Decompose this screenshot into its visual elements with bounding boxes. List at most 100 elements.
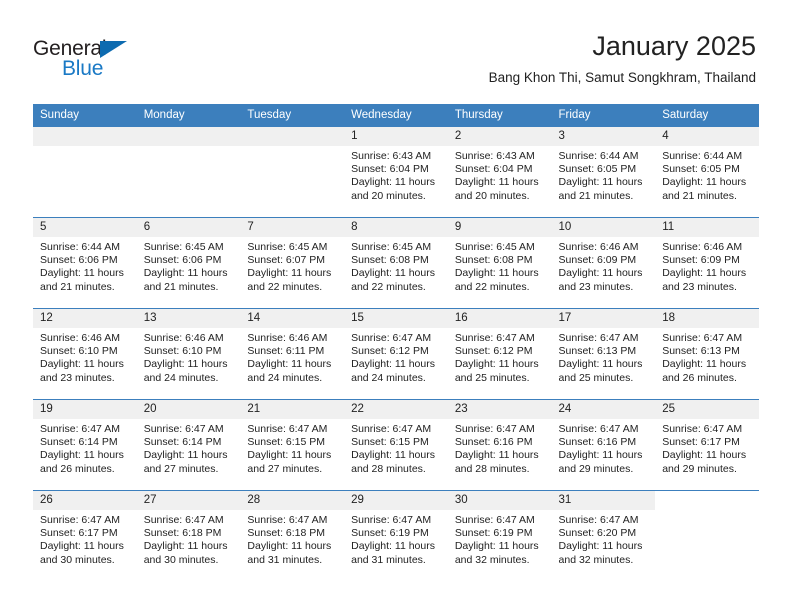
- daylight-text-line2: and 26 minutes.: [662, 371, 737, 384]
- day-cell-details: [655, 510, 759, 514]
- sunset-text: Sunset: 6:13 PM: [558, 345, 637, 358]
- calendar-week-row: 12 Sunrise: 6:46 AM Sunset: 6:10 PM Dayligh…: [33, 308, 759, 400]
- general-blue-logo[interactable]: General Blue: [33, 38, 193, 84]
- sunset-text: Sunset: 6:16 PM: [454, 436, 533, 449]
- daylight-text-line1: Daylight: 11 hours: [662, 176, 747, 189]
- page-title: January 2025: [592, 31, 756, 61]
- day-number: 29: [344, 491, 448, 510]
- day-cell-details: Sunrise: 6:46 AM Sunset: 6:09 PM Daylight:…: [552, 237, 656, 294]
- daylight-text-line2: and 29 minutes.: [662, 462, 737, 475]
- day-cell-details: Sunrise: 6:44 AM Sunset: 6:06 PM Daylight:…: [33, 237, 137, 294]
- weekday-header-friday: Friday: [551, 104, 656, 127]
- weekday-header-monday: Monday: [136, 104, 241, 127]
- calendar-day-cell[interactable]: 9 Sunrise: 6:45 AM Sunset: 6:08 PM Daylight…: [447, 217, 552, 309]
- daylight-text-line1: Daylight: 11 hours: [558, 449, 643, 462]
- calendar-day-cell[interactable]: 21 Sunrise: 6:47 AM Sunset: 6:15 PM Dayligh…: [240, 399, 345, 491]
- sunset-text: Sunset: 6:06 PM: [40, 254, 118, 267]
- day-cell-inner: 18 Sunrise: 6:47 AM Sunset: 6:13 PM Dayligh…: [655, 309, 759, 399]
- calendar-day-cell[interactable]: 25 Sunrise: 6:47 AM Sunset: 6:17 PM Dayligh…: [655, 399, 759, 491]
- calendar-day-cell[interactable]: 27 Sunrise: 6:47 AM Sunset: 6:18 PM Dayligh…: [136, 490, 241, 581]
- daylight-text-line2: and 27 minutes.: [247, 462, 323, 475]
- calendar-day-cell[interactable]: 26 Sunrise: 6:47 AM Sunset: 6:17 PM Dayligh…: [33, 490, 137, 581]
- day-cell-details: Sunrise: 6:47 AM Sunset: 6:14 PM Daylight:…: [137, 419, 241, 476]
- calendar-day-cell[interactable]: 22 Sunrise: 6:47 AM Sunset: 6:15 PM Dayligh…: [344, 399, 448, 491]
- sunset-text: Sunset: 6:15 PM: [247, 436, 326, 449]
- day-cell-inner: 22 Sunrise: 6:47 AM Sunset: 6:15 PM Dayligh…: [344, 400, 448, 490]
- daylight-text-line2: and 24 minutes.: [351, 371, 426, 384]
- calendar-day-cell[interactable]: 19 Sunrise: 6:47 AM Sunset: 6:14 PM Dayligh…: [33, 399, 137, 491]
- daylight-text-line2: and 30 minutes.: [143, 553, 219, 566]
- sunset-text: Sunset: 6:16 PM: [558, 436, 637, 449]
- daylight-text-line2: and 32 minutes.: [558, 553, 634, 566]
- daylight-text-line2: and 22 minutes.: [351, 280, 426, 293]
- day-number: 3: [551, 127, 656, 146]
- day-number: 25: [655, 400, 759, 419]
- daylight-text-line1: Daylight: 11 hours: [454, 267, 539, 280]
- calendar-day-cell[interactable]: 15 Sunrise: 6:47 AM Sunset: 6:12 PM Dayligh…: [344, 308, 448, 400]
- daylight-text-line2: and 24 minutes.: [143, 371, 219, 384]
- daylight-text-line1: Daylight: 11 hours: [40, 358, 124, 371]
- day-number: 10: [551, 218, 656, 237]
- calendar-day-cell[interactable]: 18 Sunrise: 6:47 AM Sunset: 6:13 PM Dayligh…: [655, 308, 759, 400]
- sunset-text: Sunset: 6:09 PM: [558, 254, 637, 267]
- calendar-body: 1 Sunrise: 6:43 AM Sunset: 6:04 PM Daylight…: [33, 127, 759, 581]
- calendar-day-cell[interactable]: 13 Sunrise: 6:46 AM Sunset: 6:10 PM Dayligh…: [136, 308, 241, 400]
- daylight-text-line1: Daylight: 11 hours: [454, 176, 539, 189]
- sunset-text: Sunset: 6:12 PM: [454, 345, 533, 358]
- calendar-day-cell[interactable]: 2 Sunrise: 6:43 AM Sunset: 6:04 PM Daylight…: [447, 127, 552, 218]
- daylight-text-line2: and 23 minutes.: [558, 280, 634, 293]
- calendar-day-cell[interactable]: 7 Sunrise: 6:45 AM Sunset: 6:07 PM Daylight…: [240, 217, 345, 309]
- day-cell-inner: 21 Sunrise: 6:47 AM Sunset: 6:15 PM Dayligh…: [240, 400, 345, 490]
- daylight-text-line2: and 21 minutes.: [40, 280, 115, 293]
- calendar-day-cell[interactable]: 12 Sunrise: 6:46 AM Sunset: 6:10 PM Dayligh…: [33, 308, 137, 400]
- sunset-text: Sunset: 6:08 PM: [454, 254, 533, 267]
- day-number: 19: [33, 400, 137, 419]
- calendar-page: General Blue January 2025 Bang Khon Thi,…: [0, 0, 792, 612]
- sunrise-text: Sunrise: 6:47 AM: [558, 332, 639, 344]
- calendar-day-cell[interactable]: 20 Sunrise: 6:47 AM Sunset: 6:14 PM Dayligh…: [136, 399, 241, 491]
- calendar-day-cell[interactable]: 6 Sunrise: 6:45 AM Sunset: 6:06 PM Daylight…: [136, 217, 241, 309]
- day-number: 1: [344, 127, 448, 146]
- daylight-text-line2: and 22 minutes.: [247, 280, 323, 293]
- sunrise-text: Sunrise: 6:46 AM: [662, 241, 743, 253]
- daylight-text-line2: and 32 minutes.: [454, 553, 530, 566]
- daylight-text-line2: and 28 minutes.: [454, 462, 530, 475]
- calendar-day-cell[interactable]: 31 Sunrise: 6:47 AM Sunset: 6:20 PM Dayligh…: [551, 490, 656, 581]
- daylight-text-line2: and 21 minutes.: [662, 189, 737, 202]
- calendar-day-cell[interactable]: 24 Sunrise: 6:47 AM Sunset: 6:16 PM Dayligh…: [551, 399, 656, 491]
- daylight-text-line1: Daylight: 11 hours: [247, 540, 332, 553]
- daylight-text-line1: Daylight: 11 hours: [143, 267, 228, 280]
- calendar-day-cell[interactable]: 16 Sunrise: 6:47 AM Sunset: 6:12 PM Dayligh…: [447, 308, 552, 400]
- calendar-day-cell[interactable]: 23 Sunrise: 6:47 AM Sunset: 6:16 PM Dayligh…: [447, 399, 552, 491]
- calendar-day-cell[interactable]: 14 Sunrise: 6:46 AM Sunset: 6:11 PM Dayligh…: [240, 308, 345, 400]
- calendar-day-cell[interactable]: 8 Sunrise: 6:45 AM Sunset: 6:08 PM Daylight…: [344, 217, 448, 309]
- sunset-text: Sunset: 6:15 PM: [351, 436, 429, 449]
- day-cell-details: Sunrise: 6:47 AM Sunset: 6:12 PM Daylight:…: [344, 328, 448, 385]
- sunset-text: Sunset: 6:12 PM: [351, 345, 429, 358]
- calendar-day-cell[interactable]: 1 Sunrise: 6:43 AM Sunset: 6:04 PM Daylight…: [344, 127, 448, 218]
- calendar-cell-empty: [240, 127, 345, 218]
- calendar-day-cell[interactable]: 30 Sunrise: 6:47 AM Sunset: 6:19 PM Dayligh…: [447, 490, 552, 581]
- calendar-day-cell[interactable]: 28 Sunrise: 6:47 AM Sunset: 6:18 PM Dayligh…: [240, 490, 345, 581]
- calendar-day-cell[interactable]: 5 Sunrise: 6:44 AM Sunset: 6:06 PM Daylight…: [33, 217, 137, 309]
- day-cell-inner: 9 Sunrise: 6:45 AM Sunset: 6:08 PM Daylight…: [447, 218, 552, 308]
- daylight-text-line2: and 21 minutes.: [143, 280, 219, 293]
- day-cell-inner: 1 Sunrise: 6:43 AM Sunset: 6:04 PM Daylight…: [344, 127, 448, 217]
- calendar-day-cell[interactable]: 17 Sunrise: 6:47 AM Sunset: 6:13 PM Dayligh…: [551, 308, 656, 400]
- day-number: [136, 127, 241, 146]
- day-cell-inner: 23 Sunrise: 6:47 AM Sunset: 6:16 PM Dayligh…: [447, 400, 552, 490]
- daylight-text-line2: and 20 minutes.: [454, 189, 530, 202]
- calendar-day-cell[interactable]: 3 Sunrise: 6:44 AM Sunset: 6:05 PM Daylight…: [551, 127, 656, 218]
- day-cell-inner: 8 Sunrise: 6:45 AM Sunset: 6:08 PM Daylight…: [344, 218, 448, 308]
- day-cell-details: [240, 146, 344, 150]
- calendar-day-cell[interactable]: 4 Sunrise: 6:44 AM Sunset: 6:05 PM Daylight…: [655, 127, 759, 218]
- logo-triangle-icon: [100, 41, 127, 58]
- day-cell-inner: 17 Sunrise: 6:47 AM Sunset: 6:13 PM Dayligh…: [551, 309, 656, 399]
- calendar-day-cell[interactable]: 11 Sunrise: 6:46 AM Sunset: 6:09 PM Dayligh…: [655, 217, 759, 309]
- day-cell-details: Sunrise: 6:47 AM Sunset: 6:17 PM Daylight:…: [655, 419, 759, 476]
- daylight-text-line1: Daylight: 11 hours: [143, 358, 228, 371]
- calendar-day-cell[interactable]: 29 Sunrise: 6:47 AM Sunset: 6:19 PM Dayligh…: [344, 490, 448, 581]
- day-cell-inner: 6 Sunrise: 6:45 AM Sunset: 6:06 PM Daylight…: [136, 218, 241, 308]
- day-cell-details: Sunrise: 6:46 AM Sunset: 6:10 PM Daylight:…: [33, 328, 137, 385]
- calendar-day-cell[interactable]: 10 Sunrise: 6:46 AM Sunset: 6:09 PM Dayligh…: [551, 217, 656, 309]
